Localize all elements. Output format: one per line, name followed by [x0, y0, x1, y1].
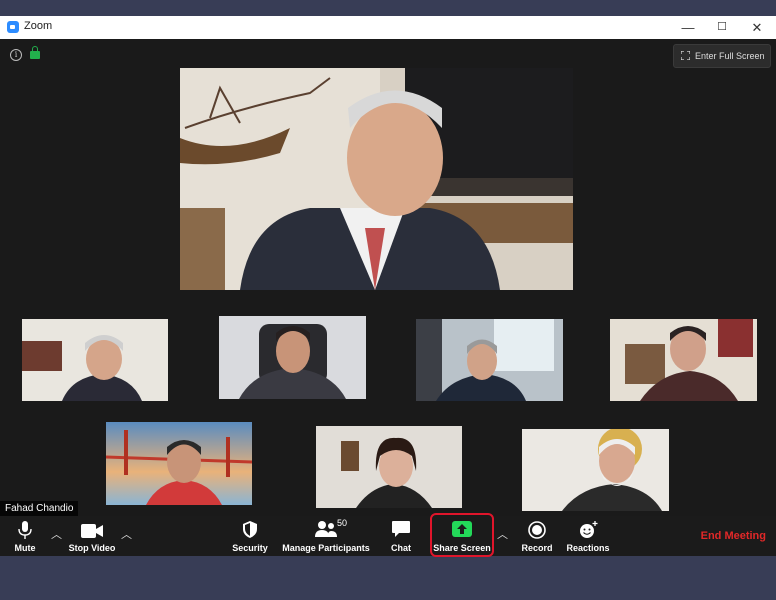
active-speaker-name: Fahad Chandio: [0, 501, 79, 517]
stop-video-button[interactable]: Stop Video: [66, 516, 118, 556]
window-title: Zoom: [24, 20, 53, 32]
reactions-label: Reactions: [566, 543, 610, 553]
reactions-button[interactable]: Reactions: [566, 516, 610, 556]
manage-participants-button[interactable]: Manage Participants: [281, 516, 371, 556]
video-camera-icon: [81, 524, 103, 538]
close-button[interactable]: ✕: [745, 18, 769, 37]
participant-video[interactable]: [522, 429, 669, 511]
microphone-icon: [18, 521, 32, 539]
active-speaker-video[interactable]: [180, 68, 573, 290]
record-button[interactable]: Record: [518, 516, 556, 556]
maximize-button[interactable]: ☐: [710, 18, 734, 37]
participant-video[interactable]: [219, 316, 366, 399]
participant-video[interactable]: [610, 319, 757, 401]
mute-button[interactable]: Mute: [4, 516, 46, 556]
fullscreen-label: Enter Full Screen: [695, 51, 765, 61]
shield-icon: [243, 521, 257, 538]
chat-button[interactable]: Chat: [385, 516, 417, 556]
end-meeting-button[interactable]: End Meeting: [701, 530, 766, 542]
zoom-window: Zoom — ☐ ✕ i Enter Full Screen Fahad Cha…: [0, 16, 776, 557]
participants-icon: [315, 521, 337, 537]
participant-video[interactable]: [416, 319, 563, 401]
participant-video[interactable]: [316, 426, 462, 508]
security-label: Security: [232, 543, 268, 553]
participant-video[interactable]: [106, 422, 252, 505]
chevron-up-icon[interactable]: ︿: [121, 526, 132, 542]
lock-icon[interactable]: [30, 46, 40, 59]
fullscreen-icon: [681, 51, 690, 60]
share-screen-highlight: [430, 513, 494, 557]
meeting-toolbar: Mute ︿ Stop Video ︿ Security Manage Part…: [0, 513, 776, 557]
title-bar: Zoom — ☐ ✕: [0, 16, 776, 39]
participant-video[interactable]: [22, 319, 168, 401]
enter-full-screen-button[interactable]: Enter Full Screen: [673, 44, 771, 68]
minimize-button[interactable]: —: [676, 18, 700, 37]
security-button[interactable]: Security: [230, 516, 270, 556]
chat-label: Chat: [391, 543, 411, 553]
mute-label: Mute: [14, 543, 36, 553]
record-label: Record: [521, 543, 553, 553]
chevron-up-icon[interactable]: ︿: [497, 526, 508, 542]
zoom-logo-icon: [7, 21, 19, 33]
chevron-up-icon[interactable]: ︿: [51, 526, 62, 542]
reactions-icon: [580, 521, 598, 538]
chat-bubble-icon: [392, 521, 410, 537]
participant-count-badge: 50: [337, 518, 348, 528]
manage-participants-label: Manage Participants: [282, 543, 370, 553]
stop-video-label: Stop Video: [68, 543, 116, 553]
record-icon: [528, 521, 546, 539]
info-icon[interactable]: i: [10, 49, 22, 61]
meeting-area: i Enter Full Screen Fahad Chandio: [0, 39, 776, 517]
